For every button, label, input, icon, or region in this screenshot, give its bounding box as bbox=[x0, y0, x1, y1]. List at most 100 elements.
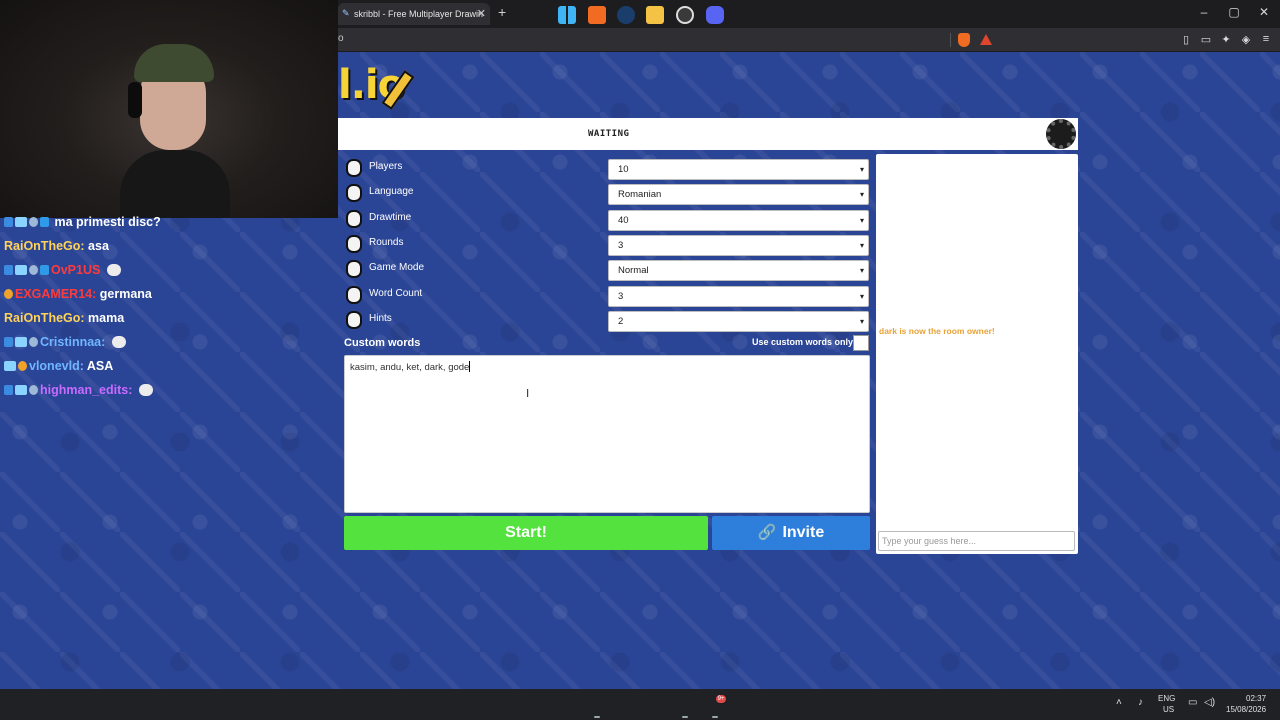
game-status-bar: WAITING bbox=[338, 118, 1078, 150]
chat-emote-icon bbox=[106, 264, 121, 276]
wallet-icon[interactable]: ▭ bbox=[1199, 33, 1213, 46]
brave-browser-icon[interactable] bbox=[588, 6, 606, 24]
brave-shield-icon[interactable] bbox=[958, 33, 970, 47]
setting-value: 3 bbox=[618, 291, 624, 302]
setting-label: Language bbox=[369, 186, 414, 197]
i-beam-cursor-icon: I bbox=[526, 387, 530, 400]
chat-text: ma primesti disc? bbox=[54, 215, 161, 229]
chat-message: highman_edits: bbox=[4, 378, 334, 402]
obs-icon[interactable] bbox=[676, 6, 694, 24]
rounds-icon bbox=[346, 235, 362, 253]
chevron-down-icon: ▾ bbox=[859, 165, 864, 174]
toolbar-separator bbox=[950, 33, 951, 47]
invite-button[interactable]: 🔗 Invite bbox=[712, 516, 870, 550]
chat-badge-icon bbox=[4, 265, 13, 275]
setting-select[interactable]: Normal ▾ bbox=[608, 260, 869, 281]
chat-badge-icon bbox=[4, 217, 13, 227]
setting-value: 3 bbox=[618, 240, 624, 251]
chevron-down-icon: ▾ bbox=[859, 266, 864, 275]
game-status-text: WAITING bbox=[588, 129, 630, 139]
setting-select[interactable]: 10 ▾ bbox=[608, 159, 869, 180]
tab-close-icon[interactable]: ✕ bbox=[477, 3, 486, 25]
window-maximize-button[interactable]: ▢ bbox=[1224, 5, 1244, 19]
tray-overflow-icon[interactable]: ˄ bbox=[1116, 697, 1122, 708]
chevron-down-icon: ▾ bbox=[859, 190, 864, 199]
language-indicator[interactable]: ENG bbox=[1158, 694, 1175, 703]
setting-value: 10 bbox=[618, 164, 629, 175]
invite-label: Invite bbox=[782, 524, 825, 541]
chevron-down-icon: ▾ bbox=[859, 216, 864, 225]
setting-select[interactable]: 2 ▾ bbox=[608, 311, 869, 332]
guess-input[interactable]: Type your guess here... bbox=[878, 531, 1075, 551]
chat-emote-icon bbox=[111, 336, 126, 348]
chat-message: Cristinnaa: bbox=[4, 330, 334, 354]
setting-row: Hints 2 ▾ bbox=[338, 309, 872, 332]
setting-label: Word Count bbox=[369, 288, 423, 299]
setting-row: Game Mode Normal ▾ bbox=[338, 258, 872, 281]
setting-value: Normal bbox=[618, 265, 649, 276]
text-caret bbox=[469, 361, 471, 372]
settings-gear-icon[interactable] bbox=[1046, 119, 1076, 149]
lobby-settings-panel: Players 10 ▾ Language Romanian ▾ Drawtime 40 ▾ Ro… bbox=[338, 154, 872, 354]
setting-select[interactable]: 3 ▾ bbox=[608, 286, 869, 307]
vpn-icon[interactable]: ◈ bbox=[1239, 33, 1253, 46]
brave-active-indicator bbox=[594, 716, 600, 718]
chat-username: highman_edits: bbox=[40, 383, 133, 397]
clock-time[interactable]: 02:37 bbox=[1246, 694, 1266, 703]
window-minimize-button[interactable]: – bbox=[1194, 5, 1214, 19]
menu-icon[interactable]: ≡ bbox=[1259, 33, 1273, 45]
setting-value: Romanian bbox=[618, 189, 662, 200]
windows-taskbar bbox=[0, 689, 1280, 720]
window-close-button[interactable]: ✕ bbox=[1254, 5, 1274, 19]
webcam-overlay bbox=[0, 0, 338, 218]
leo-ai-icon[interactable]: ✦ bbox=[1219, 33, 1233, 46]
clock-icon bbox=[346, 210, 362, 228]
new-tab-button[interactable]: + bbox=[498, 4, 506, 20]
chevron-down-icon: ▾ bbox=[859, 317, 864, 326]
setting-select[interactable]: Romanian ▾ bbox=[608, 184, 869, 205]
clock-date[interactable]: 15/08/2026 bbox=[1226, 705, 1266, 714]
use-custom-words-checkbox[interactable] bbox=[853, 335, 869, 351]
streamer-cap bbox=[134, 44, 214, 82]
setting-label: Game Mode bbox=[369, 262, 425, 273]
start-button[interactable]: Start! bbox=[344, 516, 708, 550]
steam-icon[interactable] bbox=[617, 6, 635, 24]
chat-badge-icon bbox=[15, 385, 27, 395]
chat-message: RaiOnTheGo: asa bbox=[4, 234, 334, 258]
brave-rewards-icon[interactable] bbox=[980, 34, 992, 45]
setting-label: Hints bbox=[369, 313, 392, 324]
sidebar-toggle-icon[interactable]: ▯ bbox=[1179, 33, 1193, 46]
question-icon bbox=[346, 311, 362, 329]
windows-start-icon[interactable] bbox=[558, 6, 576, 24]
chat-message: vlonevld: ASA bbox=[4, 354, 334, 378]
setting-select[interactable]: 3 ▾ bbox=[608, 235, 869, 256]
chat-badge-icon bbox=[40, 265, 49, 275]
setting-row: Rounds 3 ▾ bbox=[338, 233, 872, 256]
discord-icon[interactable] bbox=[706, 6, 724, 24]
chat-text: ASA bbox=[86, 359, 114, 373]
chat-badge-icon bbox=[29, 217, 38, 227]
file-explorer-icon[interactable] bbox=[646, 6, 664, 24]
keyboard-layout-indicator[interactable]: US bbox=[1163, 705, 1174, 714]
setting-row: Players 10 ▾ bbox=[338, 157, 872, 180]
setting-select[interactable]: 40 ▾ bbox=[608, 210, 869, 231]
microphone-icon[interactable]: ♪ bbox=[1138, 697, 1143, 708]
browser-tab-skribbl[interactable]: ✎ skribbl - Free Multiplayer Drawin ✕ bbox=[338, 3, 490, 25]
person-icon bbox=[346, 159, 362, 177]
network-icon[interactable]: ▭ bbox=[1188, 697, 1197, 708]
use-custom-words-label: Use custom words only bbox=[752, 337, 854, 347]
discord-active-indicator bbox=[712, 716, 718, 718]
chat-username: EXGAMER14: bbox=[15, 287, 97, 301]
chat-badge-icon bbox=[29, 265, 38, 275]
setting-label: Players bbox=[369, 161, 403, 172]
custom-words-text: kasim, andu, ket, dark, gode bbox=[350, 362, 470, 373]
volume-icon[interactable]: ◁) bbox=[1204, 697, 1215, 708]
address-text[interactable]: o bbox=[338, 33, 344, 44]
stream-chat-overlay: ma primesti disc? RaiOnTheGo: asa OvP1US E… bbox=[4, 210, 334, 402]
chat-badge-icon bbox=[15, 217, 27, 227]
custom-words-textarea[interactable]: kasim, andu, ket, dark, gode bbox=[344, 355, 870, 513]
chat-message: RaiOnTheGo: mama bbox=[4, 306, 334, 330]
setting-label: Drawtime bbox=[369, 212, 412, 223]
obs-active-indicator bbox=[682, 716, 688, 718]
link-icon: 🔗 bbox=[757, 524, 777, 541]
